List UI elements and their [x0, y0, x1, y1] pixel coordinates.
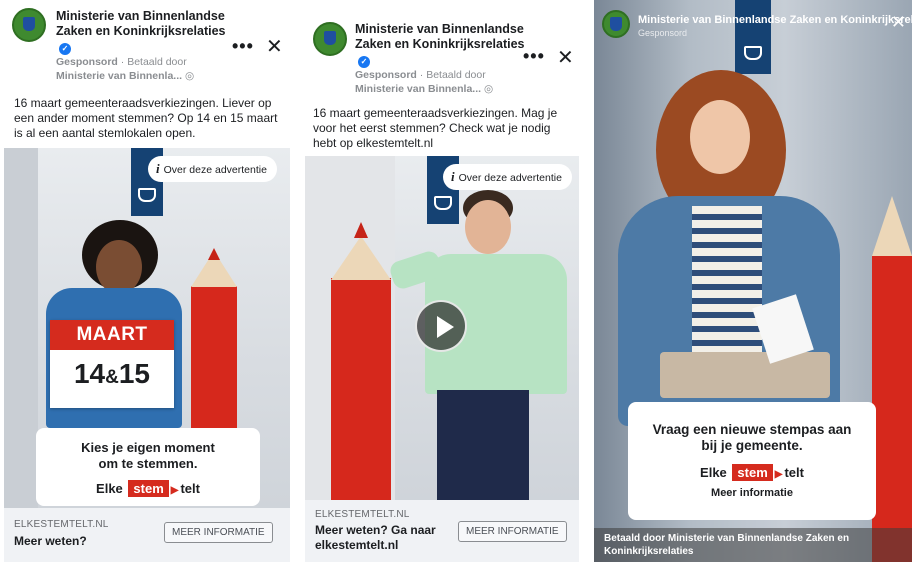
globe-icon: ◎ [483, 83, 494, 95]
ad-header: Ministerie van Binnenlandse Zaken en Kon… [4, 0, 290, 92]
ad-header: Ministerie van Binnenlandse Zaken en Kon… [305, 0, 579, 95]
sign-days: 14&15 [50, 358, 174, 390]
pencil-lead [208, 248, 220, 260]
sign-amp: & [105, 367, 119, 388]
crest-icon [324, 31, 336, 45]
person-face [96, 240, 142, 294]
story-ad[interactable]: Ministerie van Binnenlandse Zaken en Kon… [594, 0, 912, 562]
page-avatar[interactable] [12, 8, 46, 42]
about-ad-button[interactable]: i Over deze advertentie [148, 156, 277, 182]
verified-icon: ✓ [358, 56, 370, 68]
slogan-elke: Elke [700, 465, 727, 480]
ad-card-2: Ministerie van Binnenlandse Zaken en Kon… [305, 0, 579, 562]
sponsored-label: Gesponsord [355, 69, 417, 81]
pencil-tip [331, 236, 391, 280]
slogan-stem: stem [128, 480, 169, 497]
sign-day-1: 14 [73, 358, 106, 389]
story-sponsored: Gesponsord [638, 28, 688, 38]
sponsored-line: Gesponsord · Betaald door [355, 69, 486, 81]
slogan: Elke stem ▶ telt [628, 464, 876, 481]
paid-by-line: Ministerie van Binnenla... ◎ [56, 70, 194, 83]
ad-media[interactable]: i Over deze advertentie MAART 14&15 Kies … [4, 148, 290, 508]
paid-by-name[interactable]: Ministerie van Binnenla... [56, 70, 182, 82]
rijks-logo-icon [744, 46, 762, 60]
more-options-icon[interactable]: ••• [232, 36, 254, 57]
person-face [465, 200, 511, 254]
message-card: Vraag een nieuwe stempas aan bij je geme… [628, 402, 876, 520]
globe-icon: ◎ [184, 70, 195, 82]
date-sign: MAART 14&15 [50, 320, 174, 408]
ad-body-text: 16 maart gemeenteraadsverkiezingen. Liev… [14, 96, 278, 140]
more-info-button[interactable]: MEER INFORMATIE [164, 522, 273, 543]
info-icon: i [451, 169, 455, 184]
arrow-icon: ▶ [170, 485, 179, 496]
page-name-link[interactable]: Ministerie van Binnenlandse Zaken en Kon… [56, 9, 226, 38]
verified-icon: ✓ [59, 43, 71, 55]
paper-pile [660, 352, 830, 398]
crest-icon [610, 17, 622, 31]
about-ad-label: Over deze advertentie [458, 172, 562, 184]
card-message: Vraag een nieuwe stempas aan bij je geme… [652, 422, 852, 453]
crest-icon [23, 17, 35, 31]
paid-by-name[interactable]: Ministerie van Binnenla... [355, 83, 481, 95]
close-icon[interactable]: ✕ [266, 34, 283, 59]
ad-footer[interactable]: ELKESTEMTELT.NL Meer weten? MEER INFORMA… [4, 508, 290, 562]
slogan-telt: telt [784, 465, 804, 480]
slogan-elke: Elke [96, 481, 123, 496]
page-name[interactable]: Ministerie van Binnenlandse Zaken en Kon… [56, 9, 231, 55]
arrow-icon: ▶ [774, 469, 783, 480]
more-info-button[interactable]: MEER INFORMATIE [458, 521, 567, 542]
story-paid-by: Betaald door Ministerie van Binnenlandse… [594, 528, 912, 562]
pencil-lead [354, 222, 368, 238]
ad-video[interactable]: i Over deze advertentie [305, 156, 579, 500]
person-face [690, 100, 750, 174]
story-page-name[interactable]: Ministerie van Binnenlandse Zaken en Kon… [638, 14, 912, 26]
pencil-illustration [872, 256, 912, 562]
person-shirt [692, 206, 762, 376]
about-ad-label: Over deze advertentie [163, 164, 267, 176]
more-options-icon[interactable]: ••• [523, 46, 545, 67]
sponsored-label: Gesponsord [56, 56, 118, 68]
story-paid-by-text: Betaald door Ministerie van Binnenlandse… [604, 533, 850, 557]
sign-day-2: 15 [118, 358, 151, 389]
about-ad-button[interactable]: i Over deze advertentie [443, 164, 572, 190]
paid-by-line: Ministerie van Binnenla... ◎ [355, 83, 493, 96]
pencil-illustration [331, 278, 391, 500]
page-avatar[interactable] [602, 10, 630, 38]
pencil-tip [872, 196, 912, 256]
cta-title[interactable]: Meer weten? [14, 534, 87, 549]
slogan-stem: stem [732, 464, 773, 481]
card-message: Kies je eigen moment om te stemmen. [81, 440, 215, 471]
close-icon[interactable]: ✕ [557, 45, 574, 70]
rijks-logo-icon [138, 188, 156, 202]
sign-month: MAART [50, 320, 174, 350]
ad-card-1: Ministerie van Binnenlandse Zaken en Kon… [4, 0, 290, 562]
play-icon[interactable] [415, 300, 467, 352]
ad-domain: ELKESTEMTELT.NL [315, 509, 410, 520]
slogan: Elke stem ▶ telt [36, 480, 260, 497]
ad-footer[interactable]: ELKESTEMTELT.NL Meer weten? Ga naar elke… [305, 500, 579, 562]
info-icon: i [156, 161, 160, 176]
sponsored-line: Gesponsord · Betaald door [56, 56, 187, 68]
page-avatar[interactable] [313, 22, 347, 56]
paid-by-label: Betaald door [127, 56, 187, 68]
rijksoverheid-banner [735, 0, 771, 74]
message-card: Kies je eigen moment om te stemmen. Elke… [36, 428, 260, 506]
paid-by-label: Betaald door [426, 69, 486, 81]
person-trousers [437, 390, 529, 500]
slogan-telt: telt [180, 481, 200, 496]
door-frame [4, 148, 38, 508]
ad-body-text: 16 maart gemeenteraadsverkiezingen. Mag … [313, 106, 558, 150]
cta-title[interactable]: Meer weten? Ga naar elkestemtelt.nl [315, 523, 455, 553]
rijks-logo-icon [434, 196, 452, 210]
ad-domain: ELKESTEMTELT.NL [14, 519, 109, 530]
close-icon[interactable]: ✕ [891, 12, 906, 33]
page-name[interactable]: Ministerie van Binnenlandse Zaken en Kon… [355, 22, 525, 68]
page-name-link[interactable]: Ministerie van Binnenlandse Zaken en Kon… [355, 22, 525, 51]
more-info-link[interactable]: Meer informatie [628, 487, 876, 499]
